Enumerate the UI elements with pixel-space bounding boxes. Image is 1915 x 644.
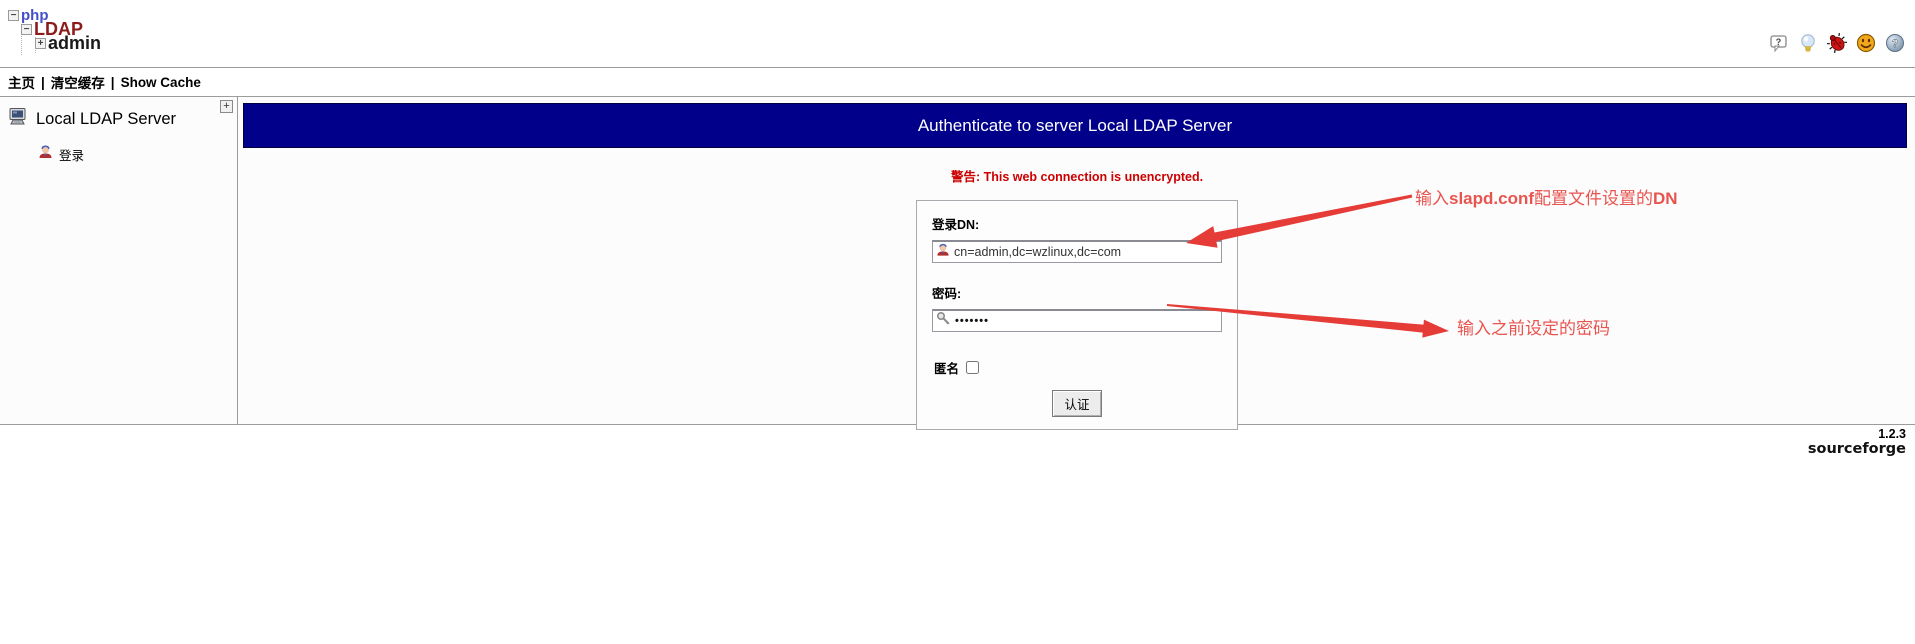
person-icon — [38, 144, 53, 164]
expand-tree-icon[interactable]: + — [220, 100, 233, 113]
main-panel: Authenticate to server Local LDAP Server… — [239, 97, 1915, 430]
nav-home-link[interactable]: 主页 — [8, 72, 35, 92]
footer: 1.2.3 sourceforge — [1808, 427, 1906, 457]
server-tree-sidebar: + Local LDAP Server 登录 — [0, 97, 238, 424]
nav-separator: | — [110, 74, 115, 90]
sidebar-item-login[interactable]: 登录 — [38, 144, 237, 164]
content-area: + Local LDAP Server 登录 Authenticate to s… — [0, 97, 1915, 430]
sidebar-item-server[interactable]: Local LDAP Server — [8, 107, 237, 132]
svg-text:?: ? — [1892, 38, 1899, 50]
svg-text:?: ? — [1776, 37, 1782, 47]
page-title: Authenticate to server Local LDAP Server — [243, 103, 1907, 148]
header-icon-bar: ? ? — [1769, 31, 1905, 55]
smiley-donate-icon[interactable] — [1856, 33, 1876, 53]
submit-row: 认证 — [932, 390, 1222, 417]
tree-minus-icon: − — [21, 23, 32, 35]
anonymous-row: 匿名 — [934, 358, 1222, 377]
password-annotation-text: 输入之前设定的密码 — [1457, 319, 1610, 338]
bug-report-icon[interactable] — [1825, 31, 1849, 55]
help-globe-icon[interactable]: ? — [1885, 33, 1905, 53]
light-bulb-icon[interactable] — [1798, 33, 1818, 53]
nav-show-cache-link[interactable]: Show Cache — [121, 75, 201, 90]
password-label: 密码: — [932, 287, 962, 301]
anonymous-checkbox[interactable] — [966, 361, 980, 374]
unencrypted-warning: 警告: This web connection is unencrypted. — [950, 170, 1204, 184]
login-dn-input[interactable] — [950, 243, 1221, 261]
password-field-wrap — [932, 309, 1222, 332]
key-icon — [936, 311, 951, 331]
top-header: − php − LDAP + admin ? ? — [0, 0, 1915, 67]
version-label: 1.2.3 — [1878, 427, 1906, 441]
login-dn-label: 登录DN: — [932, 218, 980, 232]
page: − php − LDAP + admin ? ? 主页 | 清空缓存 | Sho… — [0, 0, 1915, 644]
phpldapadmin-logo: − php − LDAP + admin — [8, 7, 128, 63]
login-dn-field-wrap — [932, 240, 1222, 263]
server-icon — [8, 107, 30, 132]
tree-minus-icon: − — [8, 9, 19, 21]
navbar: 主页 | 清空缓存 | Show Cache — [0, 67, 1915, 97]
authenticate-button[interactable]: 认证 — [1052, 390, 1102, 417]
sidebar-login-label: 登录 — [59, 148, 85, 163]
logo-text-admin: admin — [48, 32, 102, 53]
nav-purge-cache-link[interactable]: 清空缓存 — [51, 72, 105, 92]
sourceforge-logo[interactable]: sourceforge — [1808, 441, 1906, 457]
anonymous-label: 匿名 — [934, 362, 960, 376]
logo-row-admin: + admin — [35, 32, 128, 53]
password-input[interactable] — [951, 312, 1221, 330]
login-form: 登录DN: 密码: — [916, 200, 1238, 430]
person-icon — [936, 242, 950, 262]
tree-plus-icon: + — [35, 37, 46, 49]
sidebar-server-name: Local LDAP Server — [36, 110, 177, 128]
dn-annotation-text: 输入slapd.conf配置文件设置的DN — [1415, 189, 1678, 208]
help-bubble-icon[interactable]: ? — [1769, 33, 1789, 53]
nav-separator: | — [41, 74, 45, 90]
